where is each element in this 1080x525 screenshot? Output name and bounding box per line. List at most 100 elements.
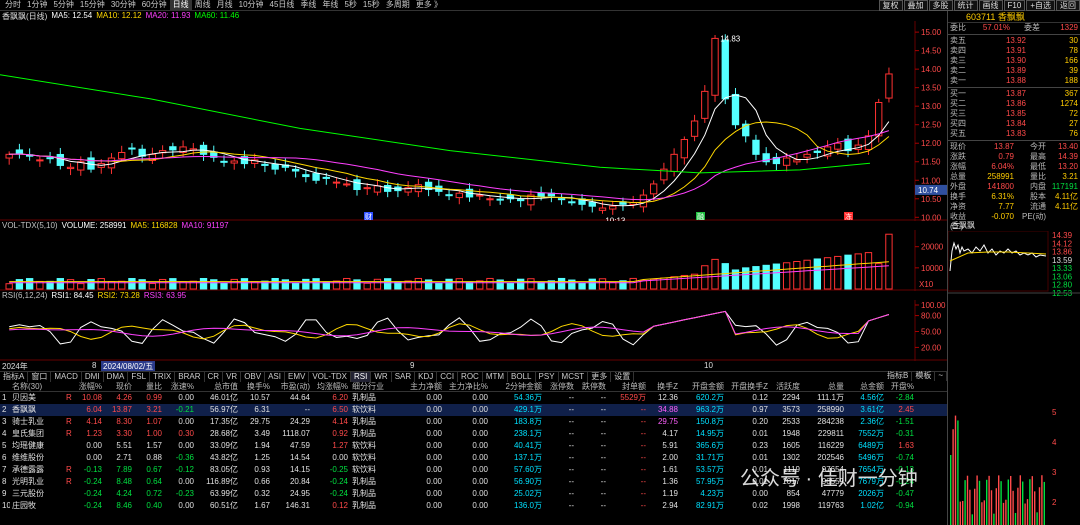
event-marker[interactable]: 财: [365, 212, 372, 221]
toolbar-button[interactable]: 多股: [928, 0, 953, 11]
column-header[interactable]: [0, 381, 10, 391]
period-tab[interactable]: 15秒: [360, 0, 383, 10]
volume-chart[interactable]: 20000 10000 X10: [0, 230, 947, 291]
period-tab[interactable]: 30分钟: [108, 0, 139, 10]
period-tab[interactable]: 年线: [319, 0, 341, 10]
indicator-tab[interactable]: DMI: [82, 371, 104, 382]
period-tab[interactable]: 45日线: [267, 0, 298, 10]
indicator-tab[interactable]: MACD: [51, 371, 82, 382]
toolbar-button[interactable]: +自选: [1026, 0, 1055, 11]
indicator-right-button[interactable]: 指标B: [884, 371, 913, 381]
toolbar-button[interactable]: 画线: [978, 0, 1003, 11]
indicator-tab[interactable]: WR: [371, 371, 392, 382]
toolbar-button[interactable]: F10: [1003, 0, 1026, 11]
indicator-tab[interactable]: DMA: [104, 371, 129, 382]
bid-row[interactable]: 买四 13.84 27: [948, 119, 1080, 129]
column-header[interactable]: 主力净比%: [444, 381, 490, 391]
candlestick-chart[interactable]: 15.00 14.50 14.00 13.50 13.00 12.50 12.00 11.50…: [0, 21, 947, 221]
indicator-tab[interactable]: MTM: [483, 371, 509, 382]
indicator-tab[interactable]: FSL: [128, 371, 151, 382]
ask-row[interactable]: 卖五 13.92 30: [948, 36, 1080, 46]
indicator-tab[interactable]: BRAR: [175, 371, 205, 382]
column-header[interactable]: 涨幅%: [74, 381, 104, 391]
column-header[interactable]: 总金额: [846, 381, 886, 391]
column-header[interactable]: 量比: [134, 381, 164, 391]
indicator-tab[interactable]: 窗口: [28, 371, 52, 382]
indicator-tab[interactable]: RSI: [351, 371, 372, 382]
indicator-tab[interactable]: 设置: [611, 371, 635, 382]
indicator-tab[interactable]: VOL-TDX: [309, 371, 352, 382]
ask-row[interactable]: 卖三 13.90 166: [948, 56, 1080, 66]
column-header[interactable]: 换手%: [240, 381, 272, 391]
indicator-tab[interactable]: 指标A: [0, 371, 29, 382]
column-header[interactable]: 封单额: [608, 381, 648, 391]
column-header[interactable]: 名称(30): [10, 381, 64, 391]
table-row[interactable]: 10 庄园牧 -0.24 8.46 0.40 0.00 60.51亿 1.67 146.31 0.…: [0, 500, 947, 512]
column-header[interactable]: 市盈(动): [272, 381, 312, 391]
period-tab[interactable]: 更多 》: [413, 0, 445, 10]
ask-row[interactable]: 卖四 13.91 78: [948, 46, 1080, 56]
period-tab[interactable]: 分时: [2, 0, 24, 10]
period-tab[interactable]: 周线: [192, 0, 214, 10]
period-tab[interactable]: 5秒: [341, 0, 359, 10]
period-tab[interactable]: 10分钟: [236, 0, 267, 10]
indicator-tab[interactable]: ASI: [265, 371, 285, 382]
toolbar-button[interactable]: 统计: [953, 0, 978, 11]
column-header[interactable]: 细分行业: [350, 381, 394, 391]
indicator-tab[interactable]: PSY: [536, 371, 559, 382]
period-tab[interactable]: 5分钟: [50, 0, 76, 10]
table-row[interactable]: 1 贝因美 R 10.08 4.26 0.99 0.00 46.01亿 10.57 44.64 6.…: [0, 392, 947, 404]
indicator-tab[interactable]: CCI: [437, 371, 459, 382]
column-header[interactable]: [64, 381, 74, 391]
column-header[interactable]: 开盘金额: [680, 381, 726, 391]
indicator-tab[interactable]: VR: [223, 371, 242, 382]
bid-row[interactable]: 买三 13.85 72: [948, 109, 1080, 119]
rsi-chart[interactable]: 100.00 80.00 50.00 20.00: [0, 300, 947, 361]
toolbar-button[interactable]: 复权: [878, 0, 903, 11]
event-marker[interactable]: 融: [697, 212, 704, 221]
indicator-tab[interactable]: 更多: [588, 371, 612, 382]
column-header[interactable]: 涨速%: [164, 381, 196, 391]
period-tab[interactable]: 60分钟: [139, 0, 170, 10]
column-header[interactable]: 换手Z: [648, 381, 680, 391]
bid-row[interactable]: 买二 13.86 1274: [948, 99, 1080, 109]
column-header[interactable]: 开盘%: [886, 381, 916, 391]
period-tab[interactable]: 15分钟: [77, 0, 108, 10]
column-header[interactable]: 总量: [802, 381, 846, 391]
indicator-tab[interactable]: ROC: [458, 371, 483, 382]
bid-row[interactable]: 买五 13.83 76: [948, 129, 1080, 139]
period-tab[interactable]: 1分钟: [24, 0, 50, 10]
table-row[interactable]: 2 香飘飘 6.04 13.87 3.21 -0.21 56.97亿 6.31 -- 6.50 软饮…: [0, 404, 947, 416]
column-header[interactable]: 2分钟金额: [490, 381, 544, 391]
column-header[interactable]: 活跃度: [770, 381, 802, 391]
table-row[interactable]: 5 均瑶健康 0.00 5.51 1.57 0.00 33.09亿 1.94 47.59 1.27…: [0, 440, 947, 452]
indicator-tab[interactable]: BOLL: [508, 371, 536, 382]
indicator-tab[interactable]: CR: [205, 371, 224, 382]
table-row[interactable]: 3 骑士乳业 R 4.14 8.30 1.07 0.00 17.35亿 29.75 24.29 4.…: [0, 416, 947, 428]
ask-row[interactable]: 卖一 13.88 188: [948, 76, 1080, 86]
column-header[interactable]: 总市值: [196, 381, 240, 391]
ask-row[interactable]: 卖二 13.89 39: [948, 66, 1080, 76]
indicator-right-button[interactable]: 模板: [912, 371, 936, 381]
toolbar-button[interactable]: 返回: [1056, 0, 1080, 11]
indicator-right-button[interactable]: ~: [935, 371, 947, 381]
column-header[interactable]: 开盘换手Z: [726, 381, 770, 391]
column-header[interactable]: 现价: [104, 381, 134, 391]
column-header[interactable]: 涨停数: [544, 381, 576, 391]
column-header[interactable]: 跌停数: [576, 381, 608, 391]
indicator-tab[interactable]: MCST: [559, 371, 589, 382]
period-tab[interactable]: 多周期: [383, 0, 413, 10]
column-header[interactable]: 均涨幅%: [312, 381, 350, 391]
bid-row[interactable]: 买一 13.87 367: [948, 89, 1080, 99]
column-header[interactable]: 主力净额: [394, 381, 444, 391]
indicator-tab[interactable]: OBV: [241, 371, 266, 382]
event-marker[interactable]: 冻: [845, 212, 852, 221]
indicator-tab[interactable]: KDJ: [415, 371, 438, 382]
indicator-tab[interactable]: SAR: [392, 371, 416, 382]
indicator-tab[interactable]: EMV: [285, 371, 310, 382]
period-tab[interactable]: 季线: [297, 0, 319, 10]
indicator-tab[interactable]: TRIX: [150, 371, 176, 382]
toolbar-button[interactable]: 叠加: [903, 0, 928, 11]
table-row[interactable]: 4 皇氏集团 R 1.23 3.30 1.00 0.30 28.68亿 3.49 1118.07 0…: [0, 428, 947, 440]
period-tab[interactable]: 月线: [214, 0, 236, 10]
